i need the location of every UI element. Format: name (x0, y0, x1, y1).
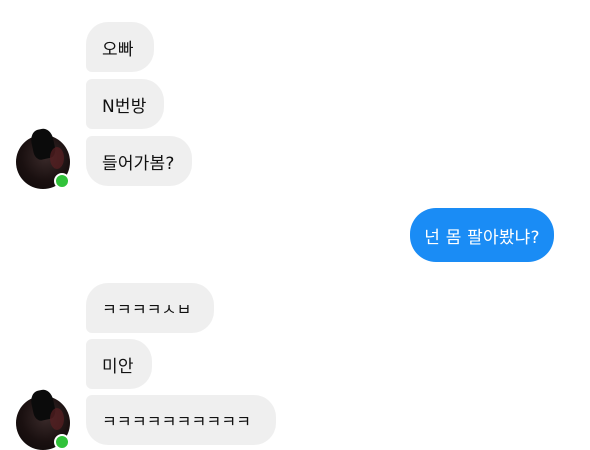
message-text: 오빠 (102, 39, 134, 60)
message-text: N번방 (102, 96, 147, 117)
message-text: 들어가봄? (102, 153, 175, 174)
message-text: ㅋㅋㅋㅋㅋㅋㅋㅋㅋㅋ (102, 412, 252, 431)
message-text: 미안 (102, 356, 134, 377)
message-thread: 오빠 N번방 들어가봄? 넌 몸 팔아봤냐? ㅋㅋㅋㅋㅅㅂ 미안 ㅋㅋㅋㅋㅋㅋㅋ… (0, 0, 590, 450)
online-status-icon (54, 434, 70, 450)
incoming-message[interactable]: ㅋㅋㅋㅋㅅㅂ (86, 283, 214, 333)
incoming-message[interactable]: ㅋㅋㅋㅋㅋㅋㅋㅋㅋㅋ (86, 395, 276, 445)
contact-avatar[interactable] (16, 127, 70, 189)
message-text: 넌 몸 팔아봤냐? (424, 227, 540, 248)
incoming-message[interactable]: N번방 (86, 79, 164, 129)
message-text: ㅋㅋㅋㅋㅅㅂ (102, 300, 192, 319)
incoming-message[interactable]: 오빠 (86, 22, 154, 72)
incoming-message[interactable]: 미안 (86, 339, 152, 389)
outgoing-message[interactable]: 넌 몸 팔아봤냐? (410, 208, 554, 262)
avatar-detail (50, 408, 64, 430)
online-status-icon (54, 173, 70, 189)
avatar-detail (50, 147, 64, 169)
incoming-message[interactable]: 들어가봄? (86, 136, 192, 186)
contact-avatar[interactable] (16, 388, 70, 450)
